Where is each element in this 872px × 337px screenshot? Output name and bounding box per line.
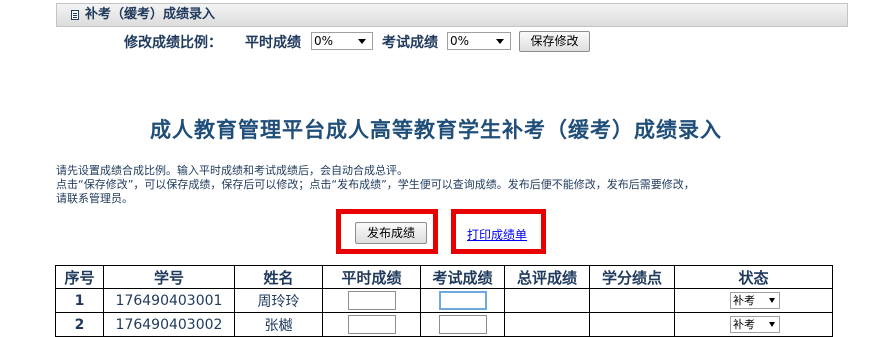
status-cell: 补考 [674, 312, 833, 337]
column-header: 序号 [55, 265, 104, 289]
column-header: 考试成绩 [420, 265, 505, 289]
chevron-down-icon [358, 39, 366, 44]
exam-score-cell [420, 312, 505, 337]
table-row: 1 176490403001 周玲玲 补考 [55, 288, 833, 313]
column-header: 总评成绩 [504, 265, 590, 289]
usual-score-cell [322, 312, 421, 337]
exam-score-label: 考试成绩 [382, 35, 438, 51]
column-header: 姓名 [234, 265, 323, 289]
column-header: 平时成绩 [322, 265, 421, 289]
total-score-cell [504, 288, 590, 313]
total-score-cell [504, 312, 590, 337]
panel-title-bar: 补考（缓考）成绩录入 [56, 3, 848, 27]
usual-score-cell [322, 288, 421, 313]
exam-score-input[interactable] [438, 291, 487, 310]
usual-ratio-select[interactable]: 0% [311, 32, 373, 50]
column-header: 学分绩点 [589, 265, 675, 289]
usual-score-label: 平时成绩 [245, 35, 301, 51]
grades-table: 序号 学号 姓名 平时成绩 考试成绩 总评成绩 学分绩点 状态 1 176490… [55, 265, 833, 337]
instructions: 请先设置成绩合成比例。输入平时成绩和考试成绩后，会自动合成总评。 点击“保存修改… [56, 164, 846, 206]
status-value: 补考 [733, 294, 755, 307]
chevron-down-icon [769, 322, 775, 327]
publish-button[interactable]: 发布成绩 [355, 222, 427, 244]
student-name: 周玲玲 [234, 288, 323, 313]
row-number: 1 [55, 288, 104, 313]
chevron-down-icon [496, 39, 504, 44]
instruction-line: 请先设置成绩合成比例。输入平时成绩和考试成绩后，会自动合成总评。 [56, 164, 408, 177]
instruction-line: 点击“保存修改”，可以保存成绩，保存后可以修改；点击“发布成绩”，学生便可以查询… [56, 178, 695, 191]
usual-score-input[interactable] [347, 315, 396, 334]
status-select[interactable]: 补考 [730, 292, 780, 309]
table-row: 2 176490403002 张樾 补考 [55, 312, 833, 337]
exam-score-cell [420, 288, 505, 313]
usual-score-input[interactable] [347, 291, 396, 310]
exam-ratio-select[interactable]: 0% [447, 32, 511, 50]
student-name: 张樾 [234, 312, 323, 337]
document-icon [71, 10, 79, 20]
print-link[interactable]: 打印成绩单 [467, 226, 527, 243]
gpa-cell [589, 312, 675, 337]
status-value: 补考 [733, 318, 755, 331]
usual-ratio-value: 0% [314, 34, 334, 48]
panel-title: 补考（缓考）成绩录入 [85, 7, 216, 22]
row-number: 2 [55, 312, 104, 337]
ratio-label: 修改成绩比例： [124, 35, 222, 51]
chevron-down-icon [769, 298, 775, 303]
table-header-row: 序号 学号 姓名 平时成绩 考试成绩 总评成绩 学分绩点 状态 [55, 265, 833, 289]
instruction-line: 请联系管理员。 [56, 192, 133, 205]
save-ratio-button[interactable]: 保存修改 [519, 31, 590, 52]
student-id: 176490403001 [103, 288, 235, 313]
page-title: 成人教育管理平台成人高等教育学生补考（缓考）成绩录入 [150, 118, 722, 142]
exam-ratio-value: 0% [450, 34, 470, 48]
column-header: 状态 [674, 265, 833, 289]
gpa-cell [589, 288, 675, 313]
exam-score-input[interactable] [438, 315, 487, 334]
status-select[interactable]: 补考 [730, 316, 780, 333]
status-cell: 补考 [674, 288, 833, 313]
student-id: 176490403002 [103, 312, 235, 337]
column-header: 学号 [103, 265, 235, 289]
